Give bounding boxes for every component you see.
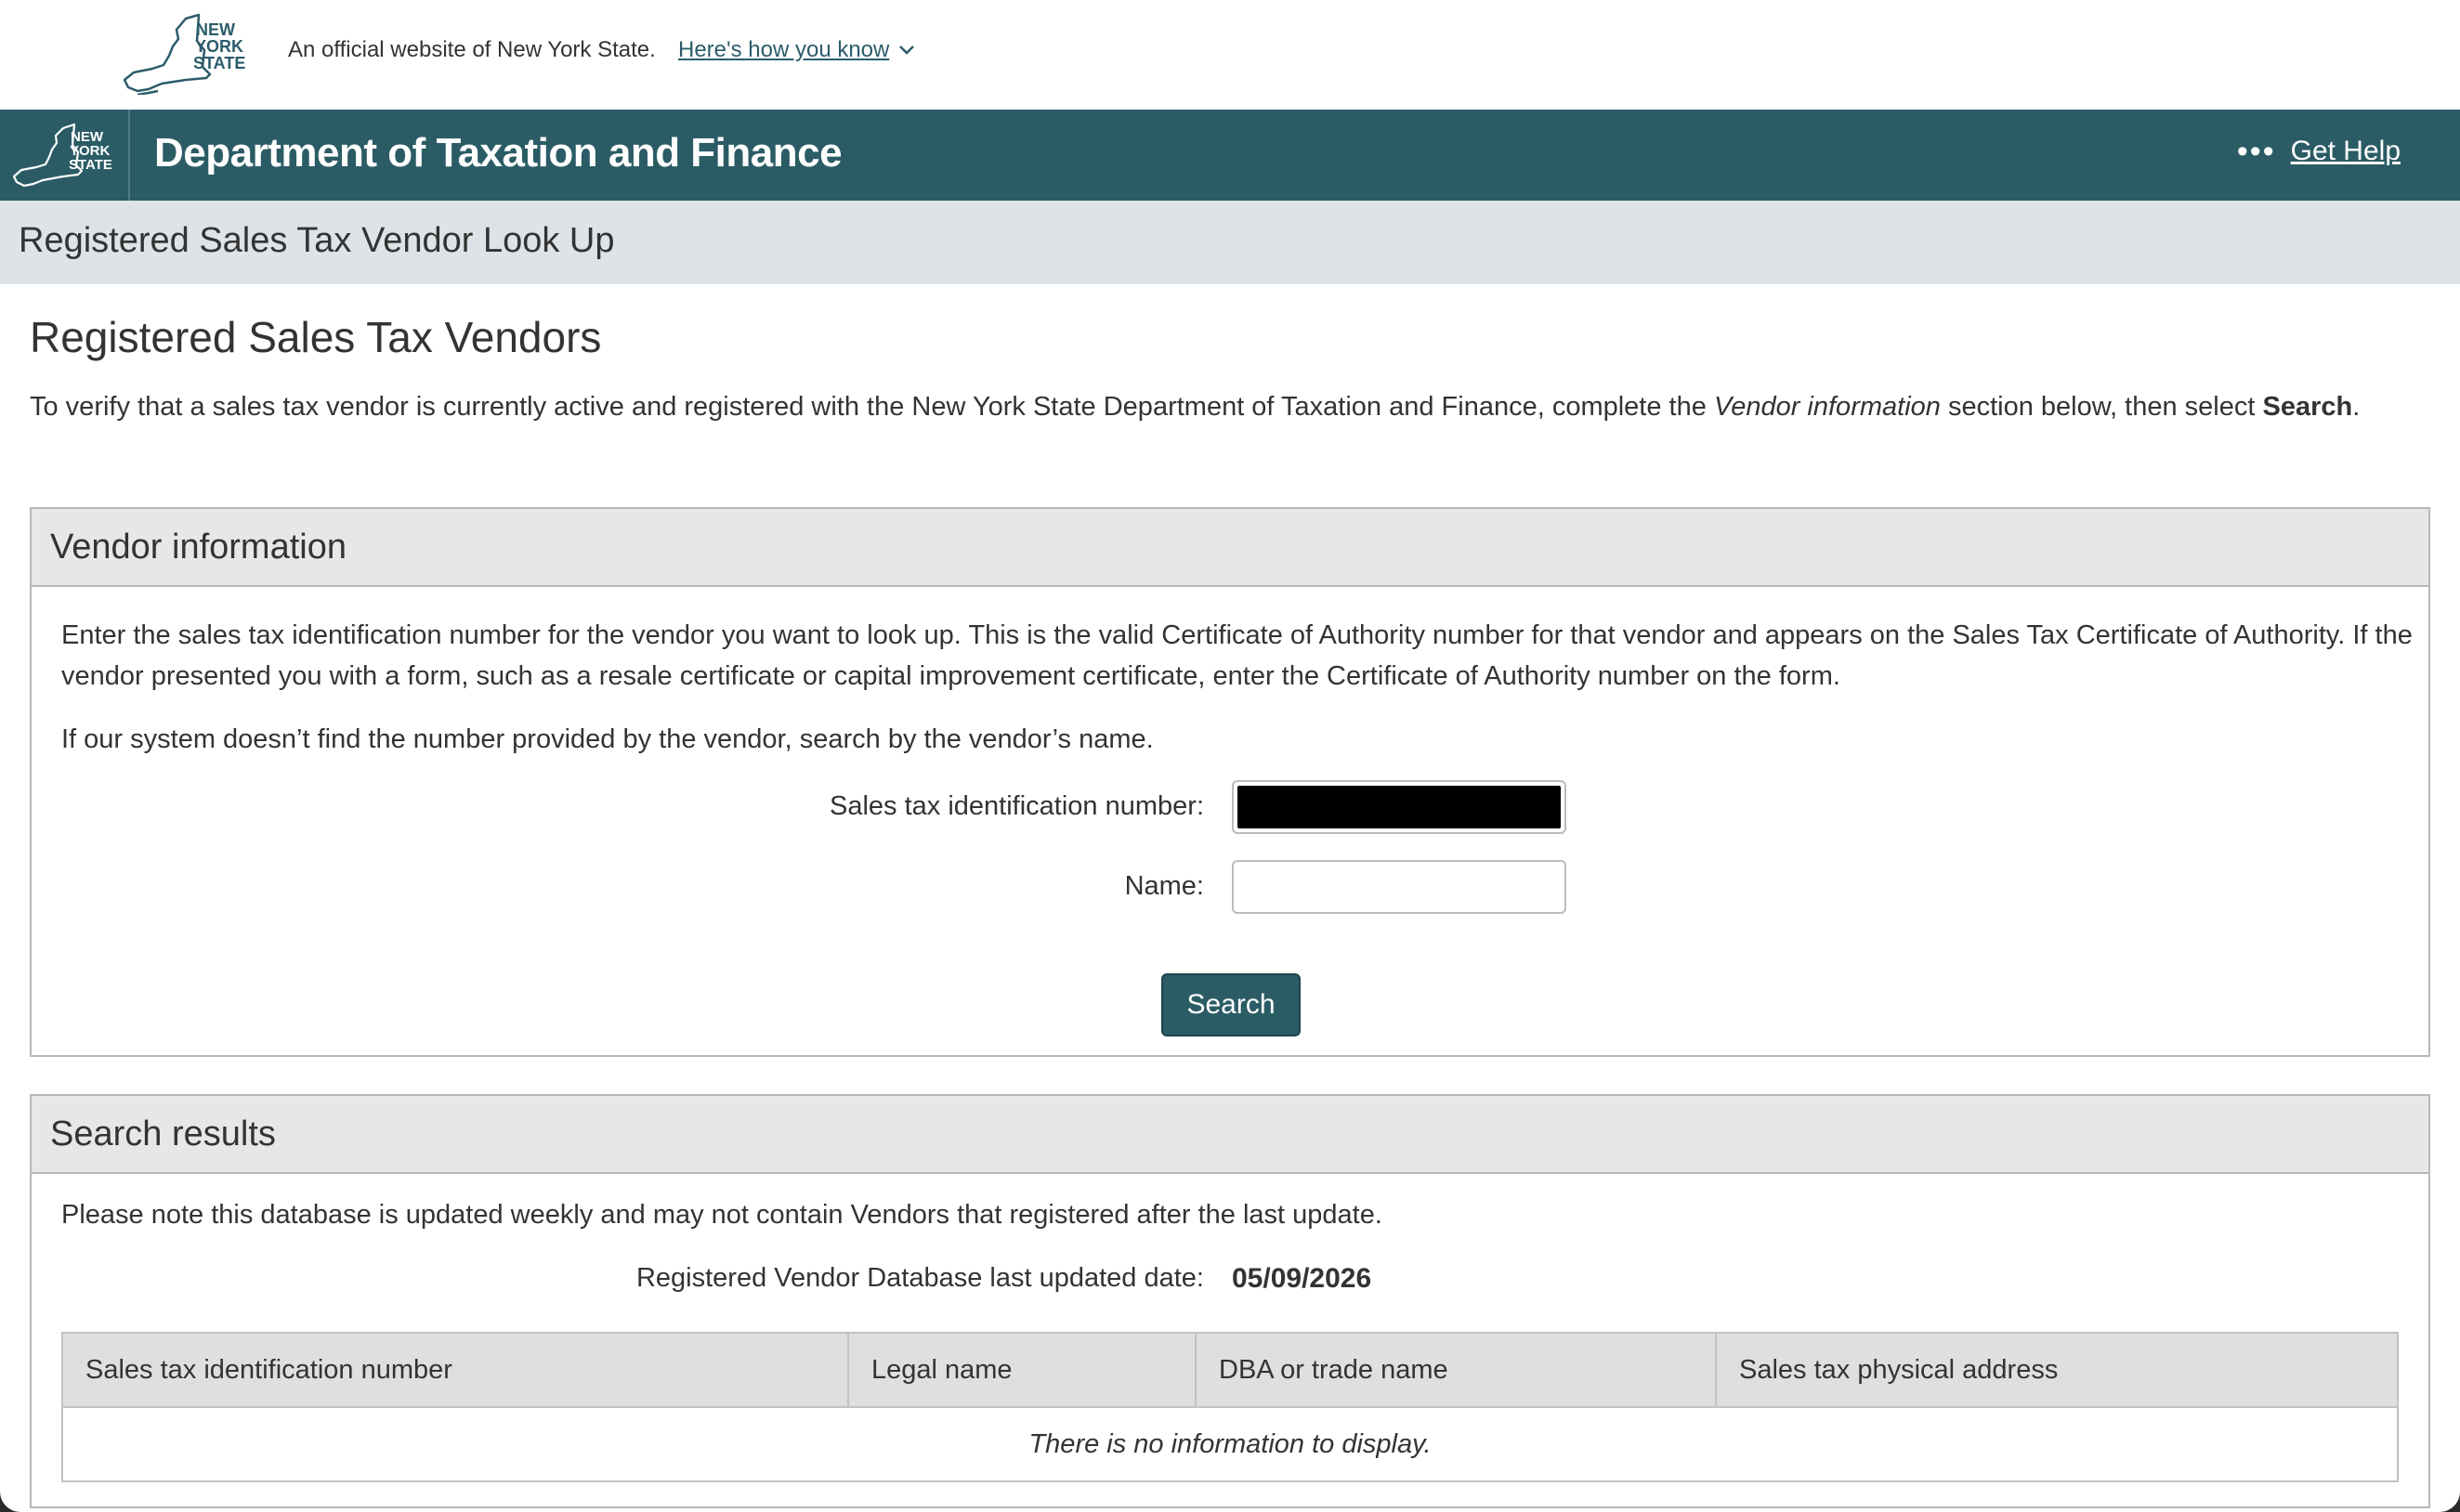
- results-table: Sales tax identification number Legal na…: [61, 1332, 2399, 1482]
- agency-title[interactable]: Department of Taxation and Finance: [154, 130, 843, 176]
- vendor-information-panel: Vendor information Enter the sales tax i…: [30, 507, 2430, 1057]
- vendor-instructions: Enter the sales tax identification numbe…: [61, 620, 2413, 691]
- agency-header: NEW YORK STATE Department of Taxation an…: [0, 110, 2460, 201]
- intro-mid: section below, then select: [1940, 392, 2263, 422]
- sales-tax-id-input[interactable]: [1232, 780, 1566, 834]
- name-label: Name:: [1124, 871, 1204, 901]
- vendor-panel-title: Vendor information: [50, 527, 347, 567]
- official-text: An official website of New York State.: [288, 37, 656, 62]
- database-note: Please note this database is updated wee…: [61, 1200, 1382, 1230]
- col-legal-name: Legal name: [847, 1332, 1197, 1408]
- agency-logo-text-3: STATE: [69, 157, 112, 173]
- ny-state-logo-white: NEW YORK STATE: [12, 123, 112, 188]
- logo-text-1: NEW: [196, 20, 235, 39]
- intro-emphasis: Vendor information: [1713, 392, 1941, 422]
- last-updated-label: Registered Vendor Database last updated …: [635, 1263, 1204, 1293]
- how-you-know-label: Here's how you know: [678, 37, 890, 62]
- how-you-know-link[interactable]: Here's how you know: [678, 37, 915, 63]
- agency-logo[interactable]: NEW YORK STATE: [0, 110, 130, 201]
- logo-text-2: YORK: [195, 37, 243, 56]
- page-title: Registered Sales Tax Vendors: [30, 313, 602, 361]
- results-panel-header: Search results: [32, 1096, 2428, 1174]
- col-sales-tax-id: Sales tax identification number: [61, 1332, 849, 1408]
- intro-post: .: [2352, 392, 2361, 422]
- sub-header: Registered Sales Tax Vendor Look Up: [0, 201, 2460, 284]
- last-updated-value: 05/09/2026: [1232, 1263, 1372, 1294]
- col-dba-name: DBA or trade name: [1195, 1332, 1717, 1408]
- name-input[interactable]: [1237, 866, 1561, 908]
- official-banner: NEW YORK STATE An official website of Ne…: [0, 0, 2460, 110]
- name-field[interactable]: [1232, 860, 1566, 914]
- intro-strong: Search: [2262, 392, 2353, 422]
- get-help[interactable]: ••• Get Help: [2237, 136, 2401, 167]
- table-row: There is no information to display.: [61, 1406, 2399, 1482]
- search-results-panel: Search results Please note this database…: [30, 1094, 2430, 1508]
- page: NEW YORK STATE An official website of Ne…: [0, 0, 2460, 1512]
- logo-text-3: STATE: [193, 54, 245, 72]
- col-physical-address: Sales tax physical address: [1715, 1332, 2399, 1408]
- results-panel-title: Search results: [50, 1114, 276, 1154]
- sales-tax-id-label: Sales tax identification number:: [830, 791, 1204, 821]
- intro-pre: To verify that a sales tax vendor is cur…: [30, 392, 1714, 422]
- results-header-row: Sales tax identification number Legal na…: [61, 1332, 2399, 1408]
- vendor-name-hint: If our system doesn’t find the number pr…: [61, 724, 1154, 754]
- get-help-link[interactable]: Get Help: [2291, 136, 2401, 167]
- vendor-panel-header: Vendor information: [32, 509, 2428, 587]
- redacted-value: [1237, 786, 1561, 828]
- app-title: Registered Sales Tax Vendor Look Up: [19, 221, 615, 260]
- more-dots-icon: •••: [2236, 134, 2276, 169]
- intro-text: To verify that a sales tax vendor is cur…: [30, 386, 2430, 427]
- empty-message: There is no information to display.: [61, 1406, 2399, 1482]
- search-button[interactable]: Search: [1161, 973, 1301, 1036]
- chevron-down-icon: [899, 46, 915, 55]
- ny-state-logo[interactable]: NEW YORK STATE: [121, 13, 256, 95]
